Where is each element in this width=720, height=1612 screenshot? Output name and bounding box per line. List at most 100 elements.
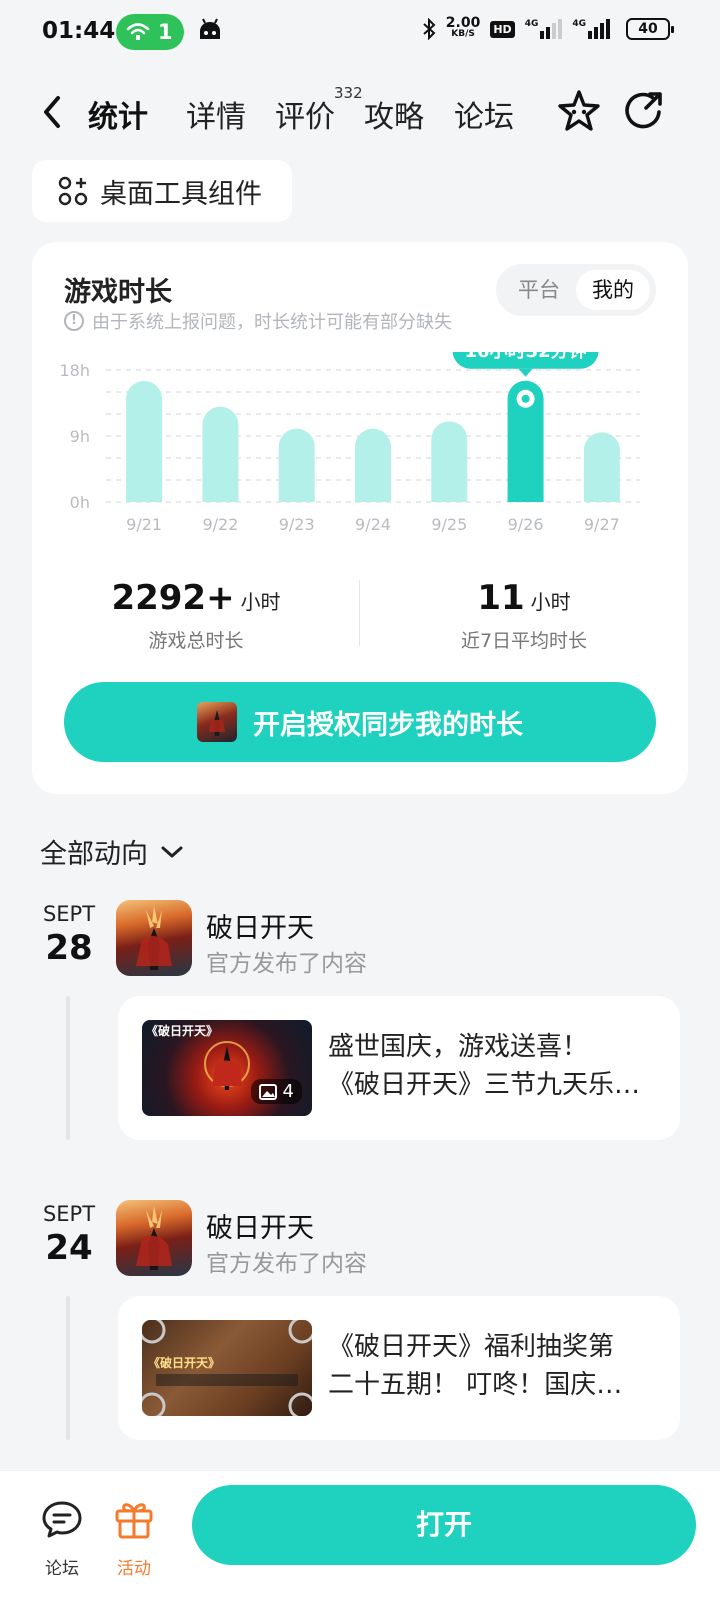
feed-date-month: SEPT [42,1202,96,1226]
signal-icon: 4G [525,19,563,39]
bottom-action-bar: 论坛 活动 打开 [0,1470,720,1612]
info-icon: ! [64,311,84,331]
bottom-forum-label: 论坛 [45,1559,79,1579]
playtime-note: ! 由于系统上报问题，时长统计可能有部分缺失 [64,308,452,334]
post-image: 《破日开天》 4 [142,1020,312,1116]
post-image: 《破日开天》 [142,1320,312,1416]
bottom-activity-button[interactable]: 活动 [104,1497,164,1579]
post-line-1: 《破日开天》福利抽奖第 [328,1332,615,1362]
feed-filter-dropdown[interactable]: 全部动向 [40,832,184,871]
chart-bar [126,381,163,502]
playtime-title: 游戏时长 [64,277,172,308]
status-bar: 01:44 1 2.00 KB/S HD 4G 4G 40 [0,0,720,66]
chart-x-tick: 9/22 [202,515,238,534]
chart-bar [431,421,468,502]
tab-forum[interactable]: 论坛 [454,92,514,136]
total-playtime-label: 游戏总时长 [148,630,244,652]
post-line-1: 盛世国庆，游戏送喜！ [328,1032,589,1062]
chart-y-tick: 18h [60,361,91,380]
forum-chat-icon [42,1501,82,1538]
hd-badge: HD [490,20,515,38]
bottom-forum-button[interactable]: 论坛 [32,1497,92,1579]
playtime-card: 游戏时长 ! 由于系统上报问题，时长统计可能有部分缺失 平台 我的 0h 9h 18… [32,242,688,794]
chart-x-tick: 9/23 [279,515,315,534]
chart-tooltip-text: 16小时32分钟 [465,352,587,362]
sync-playtime-label: 开启授权同步我的时长 [253,709,523,741]
chart-tooltip-arrow [518,368,533,377]
net-speed: 2.00 KB/S [445,15,481,39]
timeline-line [66,1296,70,1440]
open-game-button[interactable]: 打开 [192,1485,696,1565]
desktop-widget-button[interactable]: 桌面工具组件 [32,160,292,222]
tab-details[interactable]: 详情 [186,92,246,136]
app-notification-icon [200,18,220,39]
tab-reviews[interactable]: 评价 [275,92,335,136]
feed-game-name[interactable]: 破日开天 [206,1206,314,1245]
game-avatar[interactable] [116,1200,192,1276]
chart-x-tick: 9/27 [584,515,620,534]
game-avatar[interactable] [116,900,192,976]
total-playtime-stat: 2292+ 小时 游戏总时长 [32,578,360,653]
sync-playtime-button[interactable]: 开启授权同步我的时长 [64,682,656,762]
bottom-activity-label: 活动 [117,1559,151,1579]
timeline-line [66,996,70,1140]
image-count-badge: 4 [250,1079,302,1104]
hotspot-badge: 1 [116,14,184,50]
chart-x-tick: 9/26 [508,515,544,534]
feed-filter-label: 全部动向 [40,839,148,870]
status-right: 2.00 KB/S HD 4G 4G 40 [422,15,674,40]
chevron-down-icon [161,846,183,857]
feed-action: 官方发布了内容 [206,951,367,977]
segment-mine[interactable]: 我的 [576,270,650,310]
avg-playtime-unit: 小时 [530,590,571,614]
post-line-2: 二十五期！ 叮咚！国庆… [328,1370,623,1400]
post-line-2: 《破日开天》三节九天乐… [328,1070,641,1100]
total-playtime-value: 2292+ [111,578,235,618]
app-page: 01:44 1 2.00 KB/S HD 4G 4G 40 统计 详情 评价 3… [0,0,720,1612]
game-thumbnail [197,702,237,742]
chart-bar [583,432,620,502]
star-follow-icon[interactable] [556,88,602,134]
hotspot-count: 1 [158,20,173,44]
chart-x-tick: 9/21 [126,515,162,534]
total-playtime-unit: 小时 [240,590,281,614]
chart-y-tick: 9h [70,427,90,446]
feed-action: 官方发布了内容 [206,1251,367,1277]
tab-stats[interactable]: 统计 [88,92,148,136]
post-card[interactable]: 《破日开天》 4 盛世国庆，游戏送喜！ 《破日开天》三节九天乐… [118,996,680,1140]
top-nav: 统计 详情 评价 332 攻略 论坛 [0,78,720,150]
signal-icon-2: 4G [572,19,616,39]
bluetooth-icon [423,18,436,40]
chart-highlight-dot-inner [521,394,530,403]
gift-icon [115,1503,153,1539]
post-text: 盛世国庆，游戏送喜！ 《破日开天》三节九天乐… [328,1028,658,1104]
chart-x-tick: 9/25 [431,515,467,534]
gallery-icon [258,1083,277,1100]
desktop-widget-label: 桌面工具组件 [100,178,262,210]
chart-bar [278,428,315,502]
feed-date-day: 28 [45,928,93,968]
back-arrow-icon[interactable] [38,94,68,130]
tab-guides[interactable]: 攻略 [364,92,424,136]
feed-date-day: 24 [45,1228,93,1268]
chart-y-tick: 0h [70,493,90,512]
review-count: 332 [334,84,363,102]
avg-playtime-label: 近7日平均时长 [460,630,588,652]
source-segmented-control: 平台 我的 [496,264,656,316]
chart-x-tick: 9/24 [355,515,391,534]
chart-bar [202,406,239,502]
post-card[interactable]: 《破日开天》 《破日开天》福利抽奖第 二十五期！ 叮咚！国庆… [118,1296,680,1440]
playtime-chart: 0h 9h 18h 9/21 9/22 9/23 9/24 9/25 9/26 16小时32分钟 9… [60,352,640,534]
status-time: 01:44 [42,18,116,44]
widget-grid-icon [58,176,88,206]
feed-game-name[interactable]: 破日开天 [206,906,314,945]
share-icon[interactable] [620,88,666,134]
avg-playtime-stat: 11 小时 近7日平均时长 [360,578,688,653]
battery-indicator: 40 [626,18,674,40]
avg-playtime-value: 11 [477,578,525,618]
wifi-icon [126,23,150,40]
feed-date-month: SEPT [42,902,96,926]
segment-platform[interactable]: 平台 [502,270,576,310]
post-text: 《破日开天》福利抽奖第 二十五期！ 叮咚！国庆… [328,1328,658,1404]
chart-bar [355,428,391,502]
